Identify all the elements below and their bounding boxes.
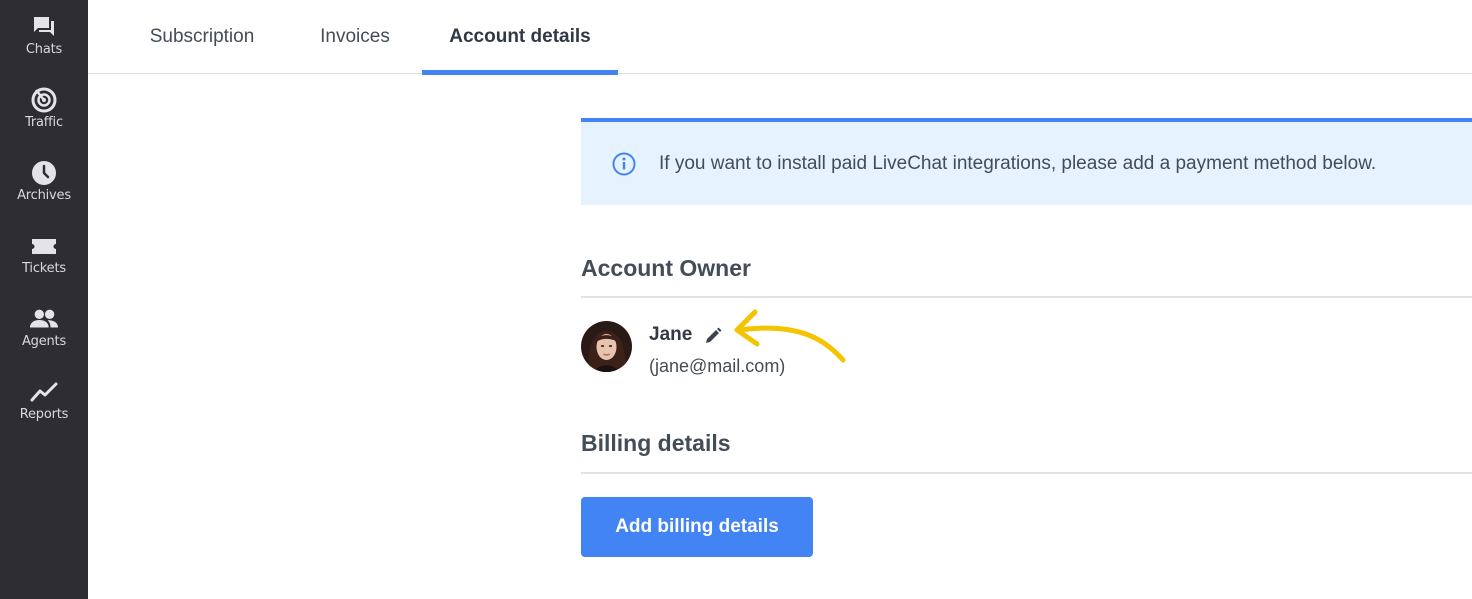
info-banner: If you want to install paid LiveChat int… [581, 118, 1472, 205]
pencil-icon[interactable] [703, 326, 723, 346]
billing-details-heading: Billing details [581, 430, 731, 456]
archives-icon [29, 158, 59, 188]
tab-invoices[interactable]: Invoices [318, 0, 392, 74]
owner-name: Jane [649, 324, 693, 345]
sidebar-item-reports[interactable]: Reports [0, 365, 88, 435]
info-text: If you want to install paid LiveChat int… [659, 152, 1377, 174]
account-owner-heading: Account Owner [581, 255, 751, 281]
annotation-arrow-icon [725, 300, 855, 370]
sidebar-item-label: Reports [19, 407, 69, 422]
add-billing-details-button[interactable]: Add billing details [581, 497, 813, 557]
divider [581, 296, 1472, 298]
tab-bar: Subscription Invoices Account details [88, 0, 1472, 75]
sidebar-item-chats[interactable]: Chats [0, 0, 88, 70]
sidebar: Chats Traffic Archives Tickets Agents Re… [0, 0, 88, 599]
divider [581, 472, 1472, 474]
tab-subscription[interactable]: Subscription [150, 0, 255, 74]
traffic-icon [29, 85, 59, 115]
sidebar-item-label: Archives [17, 188, 71, 203]
info-icon [611, 151, 637, 177]
sidebar-item-traffic[interactable]: Traffic [0, 73, 88, 143]
sidebar-item-label: Agents [21, 334, 67, 349]
tab-account-details[interactable]: Account details [422, 0, 618, 75]
sidebar-item-label: Traffic [25, 115, 63, 130]
chats-icon [29, 12, 59, 42]
sidebar-item-archives[interactable]: Archives [0, 146, 88, 216]
sidebar-item-agents[interactable]: Agents [0, 292, 88, 362]
avatar [581, 321, 632, 372]
tickets-icon [29, 231, 59, 261]
sidebar-item-tickets[interactable]: Tickets [0, 219, 88, 289]
sidebar-item-label: Tickets [22, 261, 66, 276]
agents-icon [29, 304, 59, 334]
reports-icon [29, 377, 59, 407]
sidebar-item-label: Chats [25, 42, 63, 57]
